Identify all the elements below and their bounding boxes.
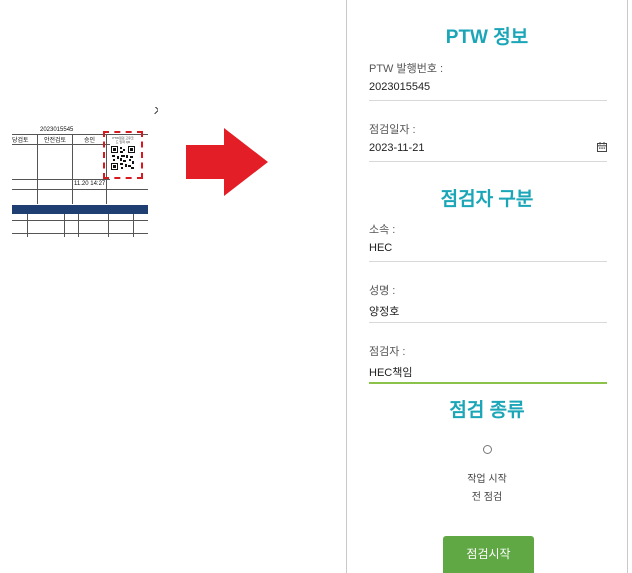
doc-row-line (12, 233, 148, 234)
inspection-date-value: 2023-11-21 (369, 142, 425, 154)
permit-number-field[interactable]: 2023015545 (369, 81, 607, 101)
pre-work-option-line1: 작업 시작 (467, 474, 507, 485)
inspector-type-title: 점검자 구분 (440, 189, 534, 210)
affiliation-field[interactable]: HEC (369, 242, 607, 262)
doc-row-line (12, 144, 110, 145)
doc-permit-number: 2023015545 (40, 127, 74, 133)
screenshot-stage: 2023015545 당검토 안전검토 승인 11.20 14:27 PTW점검… (0, 0, 632, 573)
name-label: 성명 : (369, 285, 396, 297)
doc-col-line (72, 134, 73, 204)
doc-header-safety: 안전검토 (44, 138, 67, 144)
pre-work-inspection-radio[interactable] (483, 445, 492, 454)
inspector-field[interactable]: HEC책임 (369, 364, 607, 384)
pre-work-option-line2: 전 점검 (471, 492, 503, 503)
doc-row-line (12, 179, 110, 180)
doc-header-review: 당검토 (12, 138, 29, 144)
name-field[interactable]: 양정호 (369, 303, 607, 323)
name-value: 양정호 (369, 306, 400, 318)
inspection-type-title: 점검 종류 (449, 400, 525, 421)
calendar-icon[interactable] (597, 142, 607, 152)
doc-col-line (37, 134, 38, 204)
start-inspection-button[interactable]: 점검시작 (443, 536, 534, 573)
doc-row-line (12, 220, 148, 221)
qr-caption: PTW점검 고유코드 입력 QR (112, 136, 134, 144)
inspection-date-label: 점검일자 : (369, 124, 416, 136)
mobile-inspection-form: PTW 정보 PTW 발행번호 : 2023015545 점검일자 : 2023… (346, 0, 628, 573)
affiliation-value: HEC (369, 242, 393, 254)
qr-code-icon (111, 146, 135, 170)
doc-header-approve: 승인 (84, 138, 96, 144)
corner-mark (150, 107, 158, 115)
ptw-info-title: PTW 정보 (445, 27, 529, 48)
doc-row-line (12, 189, 148, 190)
affiliation-label: 소속 : (369, 224, 396, 236)
doc-timestamp: 11.20 14:27 (74, 181, 106, 187)
permit-number-label: PTW 발행번호 : (369, 63, 444, 75)
permit-number-value: 2023015545 (369, 81, 431, 93)
permit-document-snippet: 2023015545 당검토 안전검토 승인 11.20 14:27 PTW점검… (12, 107, 158, 237)
inspector-value: HEC책임 (369, 367, 413, 379)
inspection-date-field[interactable]: 2023-11-21 (369, 142, 607, 162)
right-arrow-icon (186, 128, 268, 196)
doc-navy-band (12, 205, 148, 214)
inspector-label: 점검자 : (369, 346, 406, 358)
